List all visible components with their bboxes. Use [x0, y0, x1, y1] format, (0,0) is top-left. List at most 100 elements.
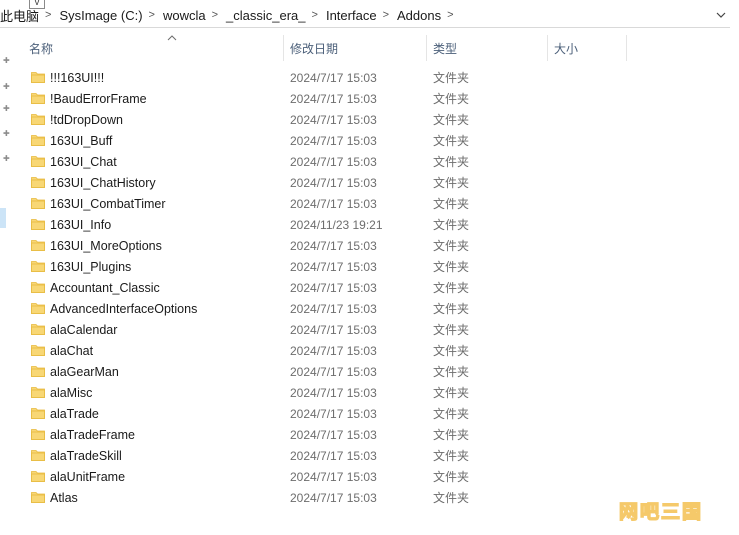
breadcrumb-label[interactable]: Addons [397, 8, 441, 23]
file-name[interactable]: 163UI_ChatHistory [50, 176, 156, 190]
chevron-right-icon[interactable]: > [212, 9, 218, 21]
file-type: 文件夹 [433, 218, 470, 232]
file-row[interactable]: alaMisc 2024/7/17 15:03 文件夹 [19, 382, 639, 403]
column-divider[interactable] [283, 35, 284, 61]
address-bar[interactable]: 此电脑 > SysImage (C:) > wowcla > _classic_… [0, 3, 730, 28]
chevron-right-icon[interactable]: > [312, 9, 318, 21]
file-name[interactable]: 163UI_CombatTimer [50, 197, 166, 211]
file-row[interactable]: 163UI_MoreOptions 2024/7/17 15:03 文件夹 [19, 235, 639, 256]
file-type: 文件夹 [433, 197, 470, 211]
file-modified-date: 2024/7/17 15:03 [290, 427, 377, 442]
file-name[interactable]: 163UI_MoreOptions [50, 239, 162, 253]
breadcrumb-label[interactable]: _classic_era_ [226, 8, 306, 23]
pin-icon[interactable]: ✚ [3, 130, 10, 138]
folder-icon [31, 93, 45, 104]
file-name[interactable]: 163UI_Chat [50, 155, 117, 169]
file-name[interactable]: alaUnitFrame [50, 470, 125, 484]
file-row[interactable]: Accountant_Classic 2024/7/17 15:03 文件夹 [19, 277, 639, 298]
folder-icon [31, 408, 45, 419]
folder-icon [31, 450, 45, 461]
file-row[interactable]: alaTradeFrame 2024/7/17 15:03 文件夹 [19, 424, 639, 445]
chevron-right-icon[interactable]: > [45, 9, 51, 21]
chevron-right-icon[interactable]: > [383, 9, 389, 21]
file-row[interactable]: alaGearMan 2024/7/17 15:03 文件夹 [19, 361, 639, 382]
breadcrumb-classic-era[interactable]: _classic_era_ > [226, 3, 326, 28]
file-name[interactable]: Accountant_Classic [50, 281, 160, 295]
file-name[interactable]: alaChat [50, 344, 93, 358]
pin-icon[interactable]: ✚ [3, 83, 10, 91]
file-name[interactable]: !tdDropDown [50, 113, 123, 127]
file-type: 文件夹 [433, 155, 470, 169]
file-name[interactable]: alaMisc [50, 386, 92, 400]
file-name[interactable]: alaTradeFrame [50, 428, 135, 442]
file-row[interactable]: 163UI_CombatTimer 2024/7/17 15:03 文件夹 [19, 193, 639, 214]
file-name[interactable]: alaTradeSkill [50, 449, 122, 463]
file-row[interactable]: alaCalendar 2024/7/17 15:03 文件夹 [19, 319, 639, 340]
file-row[interactable]: 163UI_Info 2024/11/23 19:21 文件夹 [19, 214, 639, 235]
file-explorer-window: v 此电脑 > SysImage (C:) > wowcla > _classi… [0, 0, 739, 535]
chevron-right-icon[interactable]: > [447, 9, 453, 21]
pin-icon[interactable]: ✚ [3, 105, 10, 113]
file-name[interactable]: alaTrade [50, 407, 99, 421]
file-name[interactable]: AdvancedInterfaceOptions [50, 302, 197, 316]
file-modified-date: 2024/7/17 15:03 [290, 175, 377, 190]
breadcrumb-label[interactable]: SysImage (C:) [59, 8, 142, 23]
file-row[interactable]: 163UI_Plugins 2024/7/17 15:03 文件夹 [19, 256, 639, 277]
column-divider[interactable] [426, 35, 427, 61]
chevron-down-icon[interactable] [714, 7, 728, 23]
column-divider[interactable] [626, 35, 627, 61]
column-size-label[interactable]: 大小 [554, 40, 578, 57]
pin-icon[interactable]: ✚ [3, 155, 10, 163]
file-name[interactable]: !!!163UI!!! [50, 71, 104, 85]
breadcrumb-interface[interactable]: Interface > [326, 3, 397, 28]
folder-icon [31, 345, 45, 356]
file-name[interactable]: 163UI_Plugins [50, 260, 131, 274]
file-name[interactable]: !BaudErrorFrame [50, 92, 147, 106]
file-row[interactable]: !!!163UI!!! 2024/7/17 15:03 文件夹 [19, 67, 639, 88]
file-name[interactable]: alaGearMan [50, 365, 119, 379]
column-type[interactable]: 类型 [433, 33, 543, 63]
file-modified-date: 2024/7/17 15:03 [290, 70, 377, 85]
breadcrumb-label[interactable]: Interface [326, 8, 377, 23]
breadcrumb-label[interactable]: wowcla [163, 8, 206, 23]
file-type: 文件夹 [433, 449, 470, 463]
file-row[interactable]: alaTrade 2024/7/17 15:03 文件夹 [19, 403, 639, 424]
file-type: 文件夹 [433, 470, 470, 484]
column-size[interactable]: 大小 [554, 33, 624, 63]
folder-icon [31, 114, 45, 125]
breadcrumb-wowcla[interactable]: wowcla > [163, 3, 226, 28]
file-type: 文件夹 [433, 176, 470, 190]
breadcrumb-addons[interactable]: Addons > [397, 3, 462, 28]
column-name[interactable]: 名称 [29, 33, 279, 63]
file-row[interactable]: !BaudErrorFrame 2024/7/17 15:03 文件夹 [19, 88, 639, 109]
file-row[interactable]: alaChat 2024/7/17 15:03 文件夹 [19, 340, 639, 361]
file-modified-date: 2024/7/17 15:03 [290, 112, 377, 127]
file-row[interactable]: !tdDropDown 2024/7/17 15:03 文件夹 [19, 109, 639, 130]
file-row[interactable]: AdvancedInterfaceOptions 2024/7/17 15:03 文… [19, 298, 639, 319]
file-row[interactable]: alaTradeSkill 2024/7/17 15:03 文件夹 [19, 445, 639, 466]
file-row[interactable]: 163UI_Buff 2024/7/17 15:03 文件夹 [19, 130, 639, 151]
file-name[interactable]: 163UI_Info [50, 218, 111, 232]
file-row[interactable]: 163UI_ChatHistory 2024/7/17 15:03 文件夹 [19, 172, 639, 193]
breadcrumb-drive[interactable]: SysImage (C:) > [59, 3, 163, 28]
pin-icon[interactable]: ✚ [3, 57, 10, 65]
file-name[interactable]: 163UI_Buff [50, 134, 112, 148]
file-name[interactable]: Atlas [50, 491, 78, 505]
file-modified-date: 2024/11/23 19:21 [290, 217, 383, 232]
column-divider[interactable] [547, 35, 548, 61]
file-row[interactable]: 163UI_Chat 2024/7/17 15:03 文件夹 [19, 151, 639, 172]
file-type: 文件夹 [433, 302, 470, 316]
breadcrumb-label[interactable]: 此电脑 [0, 6, 39, 25]
breadcrumb-this-pc[interactable]: 此电脑 > [0, 3, 59, 28]
column-date[interactable]: 修改日期 [290, 33, 420, 63]
file-row[interactable]: Atlas 2024/7/17 15:03 文件夹 [19, 487, 639, 508]
file-name[interactable]: alaCalendar [50, 323, 117, 337]
folder-icon [31, 282, 45, 293]
file-modified-date: 2024/7/17 15:03 [290, 259, 377, 274]
folder-icon [31, 72, 45, 83]
chevron-right-icon[interactable]: > [149, 9, 155, 21]
column-type-label[interactable]: 类型 [433, 40, 457, 57]
file-row[interactable]: alaUnitFrame 2024/7/17 15:03 文件夹 [19, 466, 639, 487]
column-name-label[interactable]: 名称 [29, 40, 53, 57]
column-date-label[interactable]: 修改日期 [290, 40, 338, 57]
